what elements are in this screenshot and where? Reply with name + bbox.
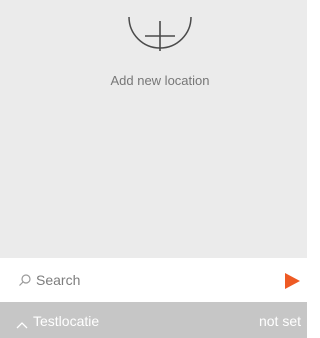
location-name: Testlocatie (33, 313, 100, 329)
add-location-button[interactable]: Add new location (0, 0, 307, 100)
add-location-label: Add new location (110, 73, 210, 88)
search-input[interactable] (36, 267, 266, 293)
plus-circle-icon (127, 5, 193, 61)
map-area[interactable]: Add new location (0, 0, 307, 258)
search-bar (0, 258, 307, 302)
location-footer-bar[interactable]: Testlocatie not set (0, 302, 307, 338)
location-status: not set (258, 313, 301, 329)
play-arrow-icon (283, 273, 301, 293)
search-submit-button[interactable] (283, 272, 301, 290)
chevron-up-icon (16, 316, 28, 329)
search-icon (18, 273, 32, 287)
